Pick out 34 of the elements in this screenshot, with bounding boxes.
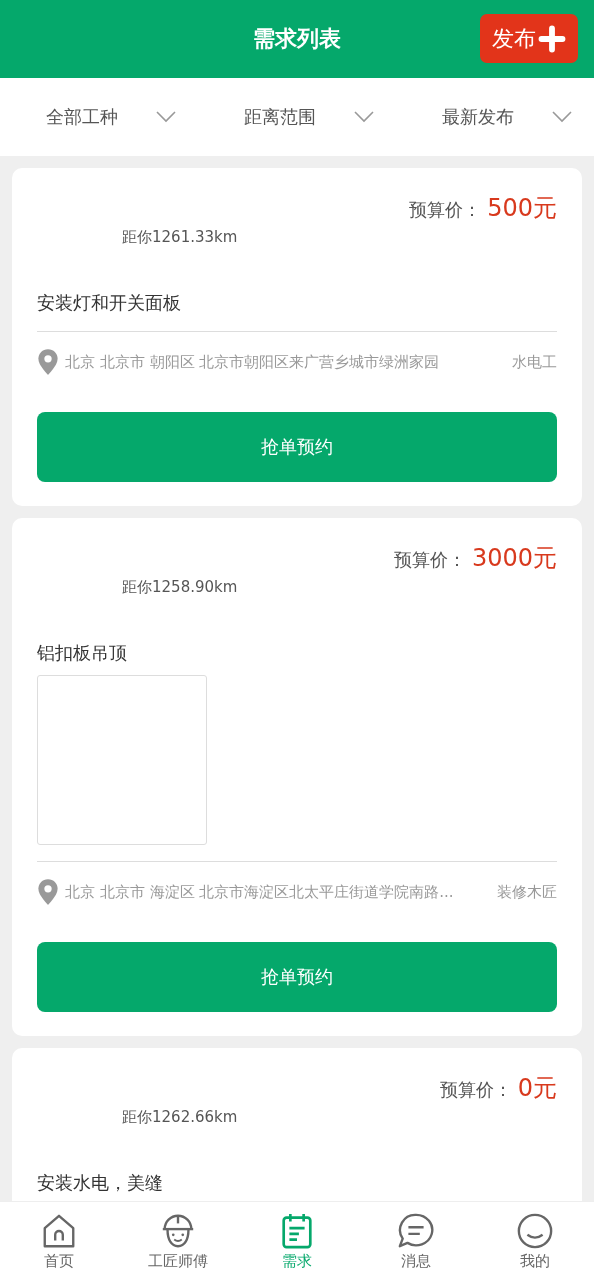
distance-text: 距你1258.90km xyxy=(121,578,239,597)
tab-item[interactable]: 首页 xyxy=(0,1202,119,1280)
distance-text: 距你1262.66km xyxy=(121,1108,239,1127)
smiley-icon xyxy=(515,1211,554,1250)
chat-bubble-icon xyxy=(396,1211,435,1250)
request-title: 安装水电，美缝 xyxy=(37,1171,164,1195)
filter-dropdown[interactable]: 距离范围 xyxy=(198,78,396,156)
price-value: 500元 xyxy=(487,193,557,224)
price-label: 预算价： xyxy=(409,198,482,222)
chevron-down-icon xyxy=(156,111,176,123)
filter-dropdown[interactable]: 最新发布 xyxy=(396,78,594,156)
price-label: 预算价： xyxy=(439,1078,512,1102)
filter-dropdown[interactable]: 全部工种 xyxy=(0,78,198,156)
trade-label: 装修木匠 xyxy=(497,882,557,902)
chevron-down-icon xyxy=(552,111,572,123)
price-value: 3000元 xyxy=(471,543,557,574)
tab-item[interactable]: 工匠师傅 xyxy=(118,1202,238,1280)
distance-text: 距你1261.33km xyxy=(121,228,239,247)
request-title: 安装灯和开关面板 xyxy=(37,291,182,315)
location-pin-icon xyxy=(37,348,59,376)
address-text: 北京 北京市 朝阳区 北京市朝阳区来广营乡城市绿洲家园 xyxy=(65,352,441,372)
chevron-down-icon xyxy=(354,111,374,123)
tab-item[interactable]: 消息 xyxy=(356,1202,476,1280)
address-text: 北京 北京市 海淀区 北京市海淀区北太平庄街道学院南路... xyxy=(65,882,455,902)
plus-icon xyxy=(538,24,566,53)
price-label: 预算价： xyxy=(393,548,466,572)
page-title: 需求列表 xyxy=(253,25,341,53)
tab-item[interactable]: 我的 xyxy=(475,1202,594,1280)
location-pin-icon xyxy=(37,878,59,906)
publish-button[interactable]: 发布 xyxy=(480,14,578,63)
trade-label: 水电工 xyxy=(512,352,557,372)
request-title: 铝扣板吊顶 xyxy=(37,641,128,665)
price-value: 0元 xyxy=(517,1073,557,1104)
tab-item[interactable]: 需求 xyxy=(237,1202,357,1280)
